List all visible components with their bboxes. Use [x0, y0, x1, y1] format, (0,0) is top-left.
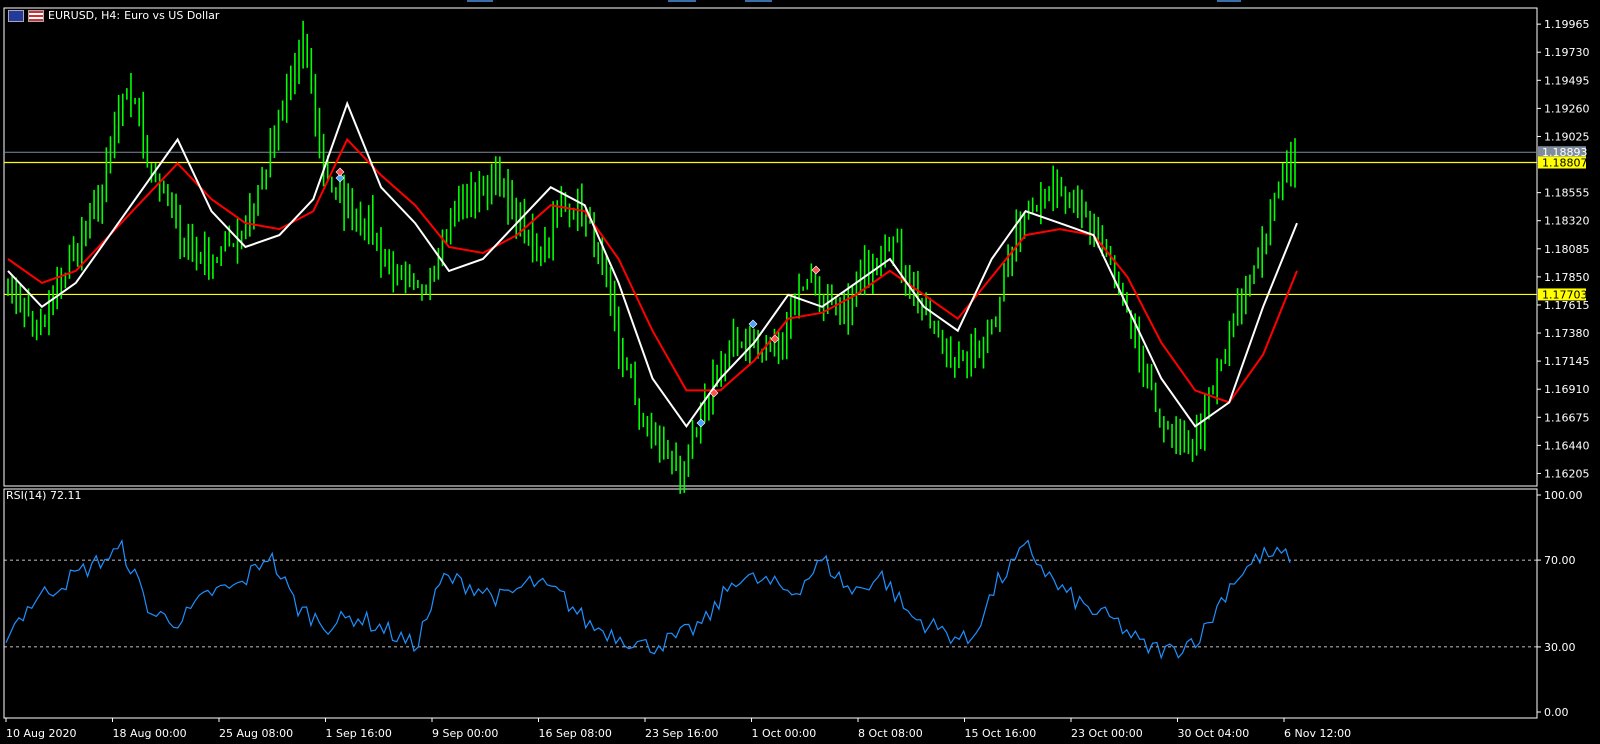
chart-description: Euro vs US Dollar — [124, 9, 220, 22]
level-upper-tag: 1.18807 — [1542, 157, 1588, 170]
time-axis-label: 8 Oct 08:00 — [858, 727, 923, 740]
price-axis-label: 1.19025 — [1544, 130, 1590, 143]
time-axis-label: 6 Nov 12:00 — [1284, 727, 1351, 740]
time-axis-label: 9 Sep 00:00 — [432, 727, 498, 740]
time-axis-label: 15 Oct 16:00 — [965, 727, 1037, 740]
price-axis-label: 1.18555 — [1544, 187, 1590, 200]
time-axis-label: 30 Oct 04:00 — [1178, 727, 1250, 740]
rsi-label: RSI(14) 72.11 — [6, 489, 82, 502]
price-axis-label: 1.19965 — [1544, 18, 1590, 31]
rsi-pane-frame — [3, 488, 1538, 719]
euro-flag-icon — [8, 9, 24, 22]
price-axis-label: 1.17850 — [1544, 271, 1590, 284]
rsi-axis-label: 0.00 — [1544, 706, 1569, 719]
trade-marker — [335, 167, 345, 177]
price-axis-label: 1.16910 — [1544, 383, 1590, 396]
rsi-axis-label: 100.00 — [1544, 489, 1583, 502]
rsi-line — [5, 538, 1291, 660]
time-axis-label: 23 Oct 00:00 — [1071, 727, 1143, 740]
price-axis-label: 1.16440 — [1544, 439, 1590, 452]
price-axis-label: 1.18085 — [1544, 243, 1590, 256]
level-lower-tag: 1.17703 — [1542, 288, 1588, 301]
price-axis-label: 1.17380 — [1544, 327, 1590, 340]
price-chart[interactable]: 1.19965 1.19730 1.19495 1.19260 1.19025 1.185… — [0, 0, 1600, 744]
ma-slow-line — [7, 137, 1298, 404]
price-axis-label: 1.19730 — [1544, 46, 1590, 59]
time-axis-label: 16 Sep 08:00 — [539, 727, 612, 740]
price-axis-label: 1.16205 — [1544, 467, 1590, 480]
mt4-chart-window[interactable]: 1.19965 1.19730 1.19495 1.19260 1.19025 1.185… — [0, 0, 1600, 744]
time-axis-label: 18 Aug 00:00 — [113, 727, 187, 740]
time-axis-label: 1 Oct 00:00 — [752, 727, 817, 740]
trade-marker — [811, 265, 821, 275]
price-axis-label: 1.16675 — [1544, 411, 1590, 424]
price-axis-label: 1.17145 — [1544, 355, 1590, 368]
time-axis-label: 10 Aug 2020 — [6, 727, 76, 740]
time-axis-label: 25 Aug 08:00 — [219, 727, 293, 740]
rsi-axis-label: 30.00 — [1544, 641, 1576, 654]
price-axis-label: 1.19260 — [1544, 102, 1590, 115]
chart-symbol: EURUSD, H4: — [48, 9, 121, 22]
candles — [7, 20, 1296, 494]
chart-title: EURUSD, H4: Euro vs US Dollar — [8, 9, 219, 22]
price-axis-label: 1.18320 — [1544, 215, 1590, 228]
time-axis-label: 1 Sep 16:00 — [326, 727, 392, 740]
us-flag-icon — [28, 9, 44, 22]
rsi-axis-label: 70.00 — [1544, 554, 1576, 567]
trade-marker — [696, 418, 706, 428]
time-axis-label: 23 Sep 16:00 — [645, 727, 718, 740]
price-axis-label: 1.19495 — [1544, 74, 1590, 87]
